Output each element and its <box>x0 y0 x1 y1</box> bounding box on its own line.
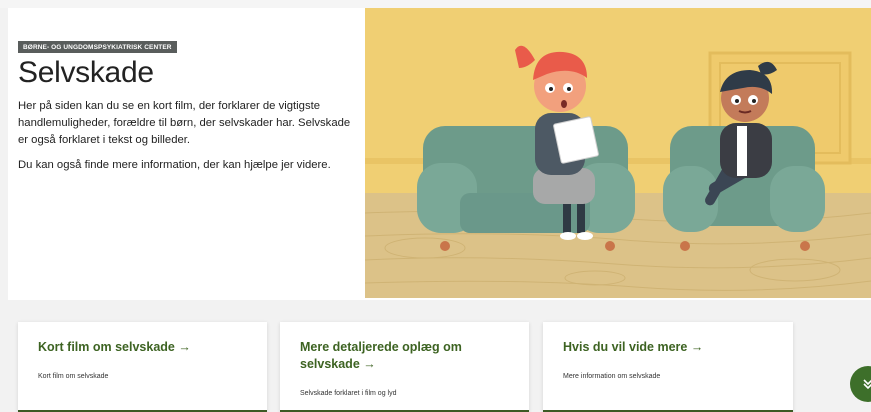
intro-paragraph: Her på siden kan du se en kort film, der… <box>18 100 351 146</box>
page-title: Selvskade <box>18 56 154 89</box>
page-top-strip <box>0 0 871 8</box>
intro-paragraph: Du kan også finde mere information, der … <box>18 159 331 171</box>
card-description: Selvskade forklaret i film og lyd <box>300 390 397 397</box>
left-sofa <box>417 126 635 251</box>
card-description: Mere information om selvskade <box>563 373 661 380</box>
card-vide-mere[interactable]: Hvis du vil vide mere → Mere information… <box>543 322 793 412</box>
double-chevron-down-icon <box>863 379 871 390</box>
arrow-right-icon: → <box>178 340 191 354</box>
intro-text: Her på siden kan du se en kort film, der… <box>18 98 363 174</box>
card-detaljerede-oplaeg[interactable]: Mere detaljerede oplæg om selvskade → Se… <box>280 322 529 412</box>
arrow-right-icon: → <box>363 357 376 371</box>
card-row: Kort film om selvskade → Kort film om se… <box>0 322 871 412</box>
card-kort-film[interactable]: Kort film om selvskade → Kort film om se… <box>18 322 267 412</box>
card-description: Kort film om selvskade <box>38 373 109 380</box>
card-title-text[interactable]: Mere detaljerede oplæg om selvskade <box>300 340 462 371</box>
category-badge: BØRNE- OG UNGDOMSPSYKIATRISK CENTER <box>18 41 177 53</box>
card-title[interactable]: Mere detaljerede oplæg om selvskade → <box>300 339 510 373</box>
arrow-right-icon: → <box>690 340 704 354</box>
hero-text: BØRNE- OG UNGDOMSPSYKIATRISK CENTER Selv… <box>18 36 363 182</box>
hero-illustration <box>365 8 871 298</box>
card-title-text[interactable]: Hvis du vil vide mere <box>563 340 687 354</box>
card-title[interactable]: Kort film om selvskade → <box>38 339 248 356</box>
card-title-text[interactable]: Kort film om selvskade <box>38 340 175 354</box>
card-title[interactable]: Hvis du vil vide mere → <box>563 339 773 356</box>
